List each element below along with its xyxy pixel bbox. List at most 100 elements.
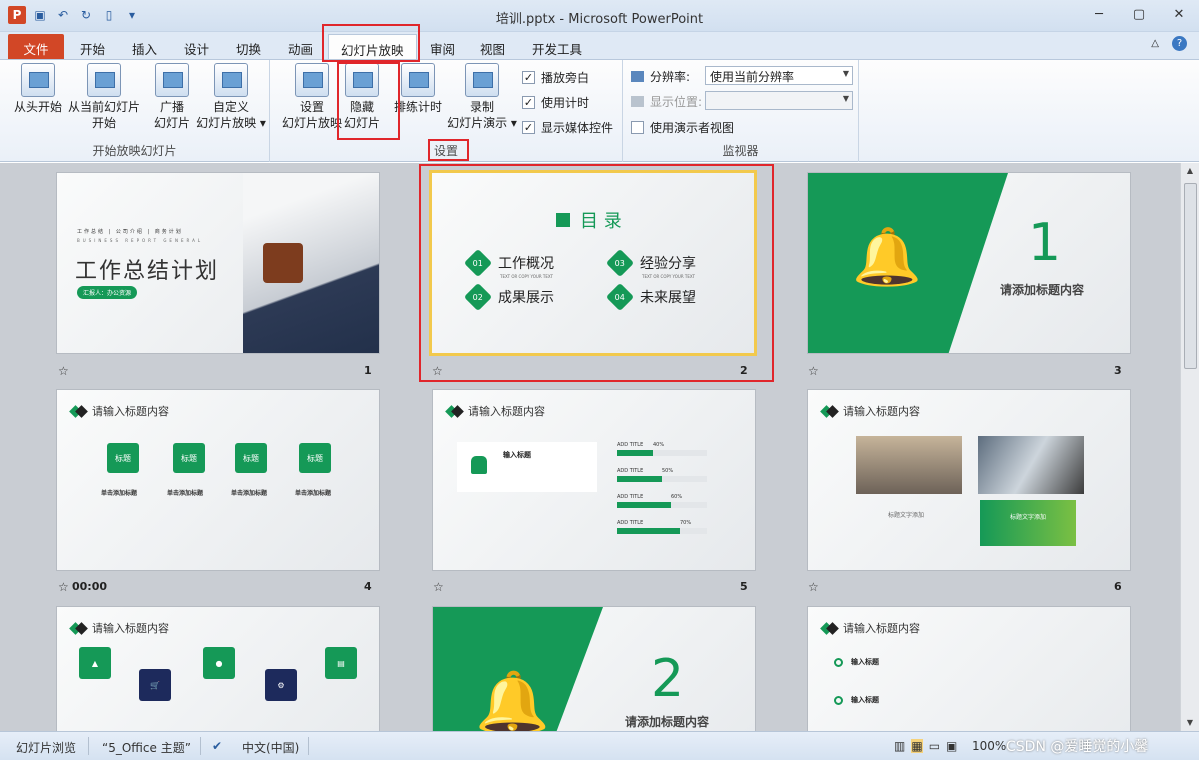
group-label: 设置 bbox=[433, 144, 458, 158]
progress-bars: ADD TITLE 40% ADD TITLE 50% ADD TITLE 60% ADD … bbox=[617, 442, 707, 534]
chevron-down-icon: ▼ bbox=[842, 69, 849, 78]
tab-home[interactable]: 开始 bbox=[68, 34, 117, 59]
tab-developer[interactable]: 开发工具 bbox=[520, 34, 594, 59]
title-bar: P ▣ ↶ ↻ ▯ ▾ 培训.pptx - Microsoft PowerPoi… bbox=[0, 0, 1199, 32]
bar-value: 70% bbox=[680, 520, 691, 526]
from-current-button[interactable]: 从当前幻灯片 开始 bbox=[66, 63, 142, 131]
tab-file[interactable]: 文件 bbox=[8, 34, 64, 59]
checkmark-icon: ✓ bbox=[522, 96, 535, 109]
collapse-ribbon-icon[interactable]: △ bbox=[1151, 38, 1159, 49]
bar-label: ADD TITLE bbox=[617, 442, 643, 448]
slideshow-view-icon[interactable]: ▣ bbox=[946, 739, 957, 753]
presenter-pill: 汇报人：办公资源 bbox=[77, 286, 138, 299]
slide-sorter-view-icon[interactable]: ▦ bbox=[911, 739, 923, 753]
setup-icon bbox=[295, 63, 329, 97]
toc-item: 工作概况 bbox=[498, 256, 554, 272]
slide-header: 请输入标题内容 bbox=[820, 620, 920, 636]
caption: TEXT OR COPY YOUR TEXT bbox=[500, 274, 553, 279]
group-setup: 设置 幻灯片放映 隐藏 幻灯片 排练计时 录制 幻灯片演示 ▾ ✓ 播放旁白 ✓ 使用计时… bbox=[270, 60, 623, 162]
play-narrations-checkbox[interactable]: ✓ 播放旁白 bbox=[522, 69, 589, 86]
transition-star-icon: ☆ bbox=[58, 580, 69, 594]
tab-view[interactable]: 视图 bbox=[468, 34, 517, 59]
hide-slide-button[interactable]: 隐藏 幻灯片 bbox=[340, 63, 384, 131]
android-icon bbox=[471, 456, 487, 474]
slide-number: 6 bbox=[1114, 580, 1122, 593]
bar-fill bbox=[617, 528, 680, 534]
watermark: CSDN @爱睡觉的小馨 bbox=[1006, 739, 1149, 755]
normal-view-icon[interactable]: ▥ bbox=[894, 739, 905, 753]
record-slideshow-button[interactable]: 录制 幻灯片演示 ▾ bbox=[446, 63, 518, 131]
slide-thumbnail-5[interactable]: 请输入标题内容 输入标题 ADD TITLE 40% ADD TITLE 50% ADD… bbox=[432, 389, 756, 571]
groom-photo bbox=[856, 436, 962, 494]
rehearse-timings-button[interactable]: 排练计时 bbox=[390, 63, 446, 115]
rehearse-icon bbox=[401, 63, 435, 97]
chevron-down-icon: ▼ bbox=[842, 94, 849, 103]
custom-slideshow-button[interactable]: 自定义 幻灯片放映 ▾ bbox=[194, 63, 268, 131]
slide-thumbnail-4[interactable]: 请输入标题内容 标题 标题 标题 标题 单击添加标题 单击添加标题 单击添加标题… bbox=[56, 389, 380, 571]
vertical-scrollbar[interactable]: ▲ ▼ bbox=[1180, 163, 1199, 731]
item-label: 单击添加标题 bbox=[101, 490, 138, 497]
slide-thumbnail-9[interactable]: 请输入标题内容 输入标题 输入标题 bbox=[807, 606, 1131, 731]
tab-design[interactable]: 设计 bbox=[172, 34, 221, 59]
show-media-controls-checkbox[interactable]: ✓ 显示媒体控件 bbox=[522, 119, 613, 136]
scroll-up-icon[interactable]: ▲ bbox=[1181, 163, 1199, 179]
show-on-select[interactable]: ▼ bbox=[705, 91, 853, 110]
slide-header: 请输入标题内容 bbox=[69, 403, 169, 419]
from-beginning-button[interactable]: 从头开始 bbox=[8, 63, 68, 115]
tab-animations[interactable]: 动画 bbox=[276, 34, 325, 59]
tab-transitions[interactable]: 切换 bbox=[224, 34, 273, 59]
slide-thumbnail-8[interactable]: 🔔 2 请添加标题内容 bbox=[432, 606, 756, 731]
briefcase-shape bbox=[263, 243, 303, 283]
broadcast-button[interactable]: 广播 幻灯片 bbox=[148, 63, 196, 131]
scroll-down-icon[interactable]: ▼ bbox=[1181, 715, 1199, 731]
bullet-icon bbox=[834, 657, 843, 667]
item-label: 单击添加标题 bbox=[295, 490, 332, 497]
slide-number: 5 bbox=[740, 580, 748, 593]
group-monitors: 分辨率: 使用当前分辨率 ▼ 显示位置: ▼ 使用演示者视图 监视器 bbox=[623, 60, 859, 162]
tab-review[interactable]: 审阅 bbox=[418, 34, 467, 59]
close-button[interactable]: ✕ bbox=[1159, 2, 1199, 26]
group-start-slideshow: 从头开始 从当前幻灯片 开始 广播 幻灯片 自定义 幻灯片放映 ▾ 开始放映幻灯片 bbox=[0, 60, 270, 162]
slide-thumbnail-6[interactable]: 请输入标题内容 标题文字添加 标题文字添加 bbox=[807, 389, 1131, 571]
help-icon[interactable]: ? bbox=[1172, 36, 1187, 51]
use-timings-checkbox[interactable]: ✓ 使用计时 bbox=[522, 94, 589, 111]
tab-insert[interactable]: 插入 bbox=[120, 34, 169, 59]
zoom-level[interactable]: 100% bbox=[972, 739, 1006, 753]
globe-icon bbox=[155, 63, 189, 97]
stopwatch-icon bbox=[465, 63, 499, 97]
bell-icon: 🔔 bbox=[852, 225, 922, 290]
item-label: 单击添加标题 bbox=[167, 490, 204, 497]
business-photo bbox=[978, 436, 1084, 494]
window-title: 培训.pptx - Microsoft PowerPoint bbox=[495, 12, 704, 27]
bar-label: ADD TITLE bbox=[617, 468, 643, 474]
presenter-view-checkbox[interactable]: 使用演示者视图 bbox=[631, 119, 734, 136]
slide-thumbnail-3[interactable]: 🔔 1 请添加标题内容 bbox=[807, 172, 1131, 354]
language-indicator[interactable]: 中文(中国) bbox=[242, 739, 299, 756]
item-label: 单击添加标题 bbox=[231, 490, 268, 497]
item-title: 输入标题 bbox=[851, 658, 879, 666]
bar-fill bbox=[617, 476, 662, 482]
maximize-button[interactable]: ▢ bbox=[1119, 2, 1159, 26]
status-bar: 幻灯片浏览 “5_Office 主题” ✔ 中文(中国) ▥ ▦ ▭ ▣ 100… bbox=[0, 731, 1199, 760]
slide-thumbnail-7[interactable]: 请输入标题内容 ▲ 🛒 ● ⚙ ▤ bbox=[56, 606, 380, 731]
slide-thumbnail-2[interactable]: 目 录 01 工作概况 02 成果展示 03 经验分享 04 未来展望 TEXT OR … bbox=[429, 170, 757, 356]
minimize-button[interactable]: ─ bbox=[1079, 2, 1119, 26]
spellcheck-icon[interactable]: ✔ bbox=[212, 739, 222, 753]
title-square bbox=[556, 213, 570, 227]
slide-thumbnail-1[interactable]: 工作总结 | 公司介绍 | 商务计划 BUSINESS REPORT GENER… bbox=[56, 172, 380, 354]
setup-slideshow-button[interactable]: 设置 幻灯片放映 bbox=[276, 63, 348, 131]
section-number: 1 bbox=[1028, 213, 1062, 273]
bullet-icon bbox=[834, 695, 843, 705]
checkmark-icon: ✓ bbox=[522, 121, 535, 134]
slide-number: 1 bbox=[364, 364, 372, 377]
transition-star-icon: ☆ bbox=[808, 580, 819, 594]
theme-indicator[interactable]: “5_Office 主题” bbox=[102, 739, 191, 756]
tab-slide-show[interactable]: 幻灯片放映 bbox=[328, 34, 417, 59]
section-number: 2 bbox=[651, 649, 685, 709]
scroll-thumb[interactable] bbox=[1184, 183, 1197, 369]
item-diamond: 01 bbox=[463, 248, 493, 278]
reading-view-icon[interactable]: ▭ bbox=[929, 739, 940, 753]
cart-icon: 🛒 bbox=[139, 669, 171, 701]
resolution-select[interactable]: 使用当前分辨率 ▼ bbox=[705, 66, 853, 85]
bell-icon: 🔔 bbox=[475, 668, 550, 731]
